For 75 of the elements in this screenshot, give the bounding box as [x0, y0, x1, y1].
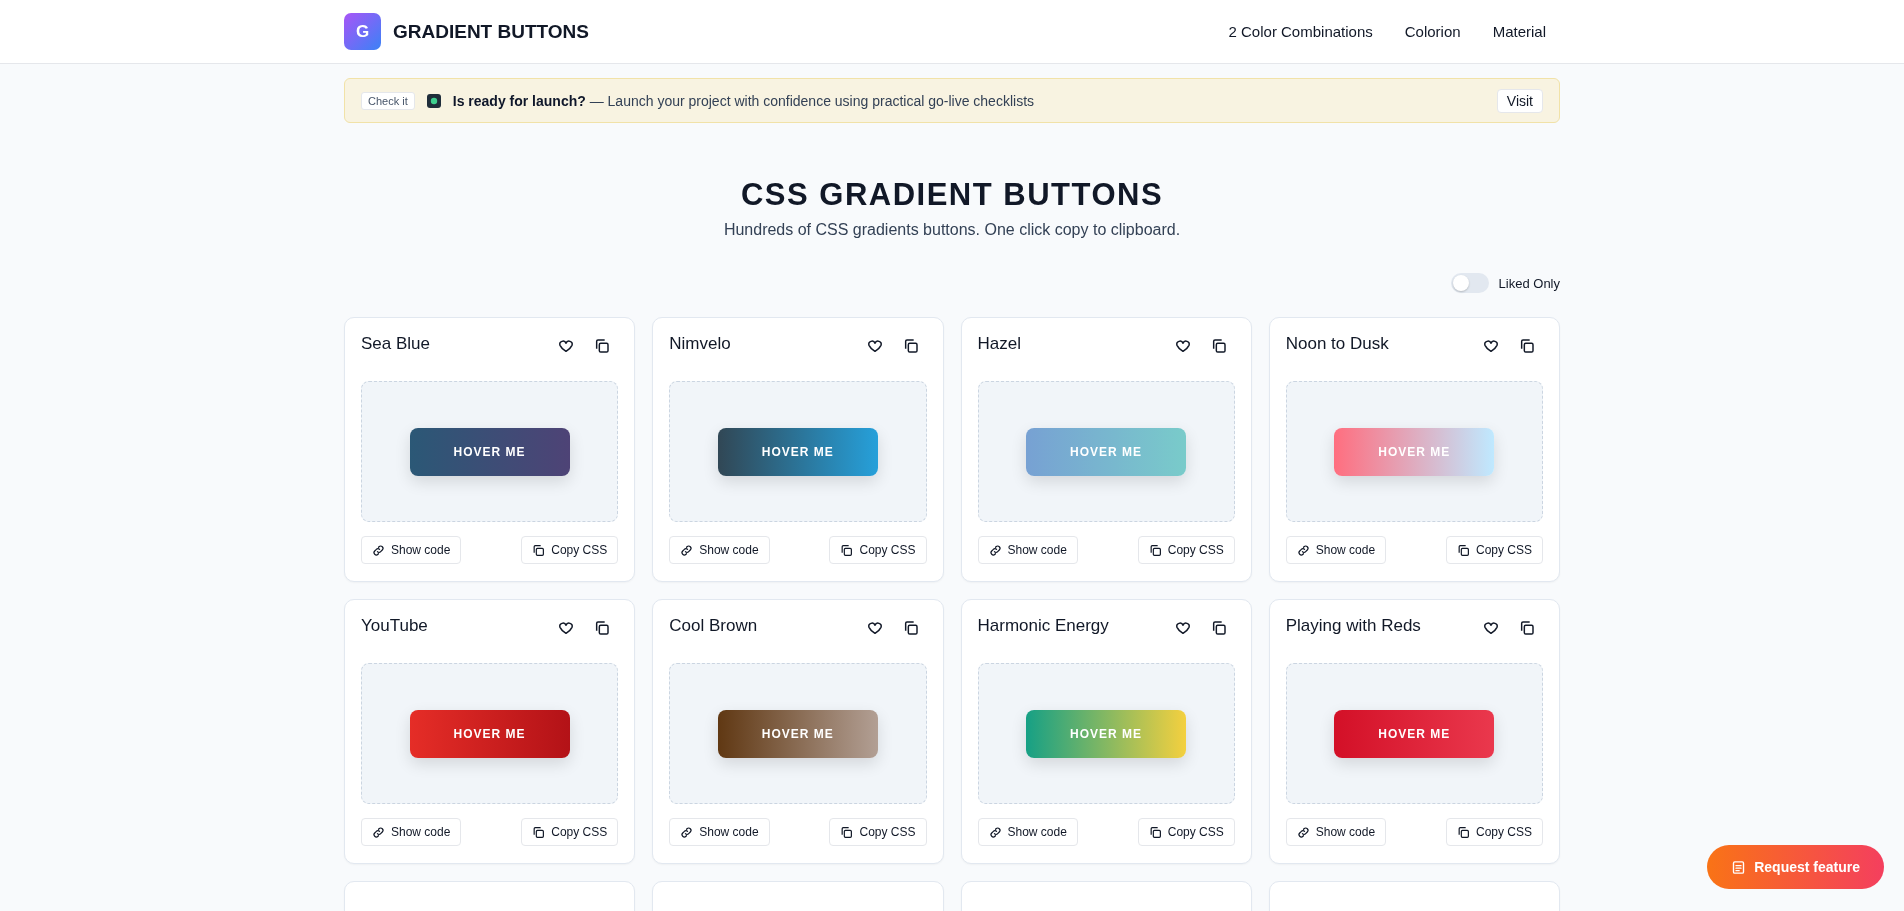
copy-icon	[1148, 543, 1162, 557]
copy-css-button[interactable]: Copy CSS	[521, 536, 619, 564]
show-code-button[interactable]: Show code	[361, 536, 462, 564]
copy-icon	[532, 825, 546, 839]
copy-icon	[1148, 825, 1162, 839]
card-title: Sea Blue	[361, 334, 430, 354]
show-code-button[interactable]: Show code	[361, 818, 462, 846]
page-title: CSS GRADIENT BUTTONS	[739, 177, 1165, 213]
card-title: Playing with Reds	[1285, 616, 1421, 636]
copy-icon[interactable]	[1210, 620, 1227, 636]
heart-icon[interactable]	[866, 338, 883, 354]
show-code-button[interactable]: Show code	[669, 818, 770, 846]
card-title: Hazel	[977, 334, 1021, 354]
copy-icon[interactable]	[1519, 620, 1535, 636]
banner-text: Is ready for launch? — Launch your project with confidence using practical go-live checklists	[452, 92, 1035, 109]
gradient-button[interactable]: HOVER ME	[717, 709, 878, 758]
link-icon	[1296, 543, 1310, 557]
card-title: Cool Brown	[669, 616, 758, 636]
show-code-button[interactable]: Show code	[1285, 818, 1387, 846]
link-icon	[372, 825, 385, 839]
copy-css-button[interactable]: Copy CSS	[1445, 536, 1543, 564]
nav-link[interactable]: 2 Color Combinations	[1228, 23, 1373, 40]
card-title: YouTube	[361, 616, 428, 636]
heart-icon[interactable]	[1483, 620, 1499, 636]
gradient-button[interactable]: HOVER ME	[409, 709, 570, 758]
heart-icon[interactable]	[558, 338, 575, 354]
gradient-button[interactable]: HOVER ME	[717, 427, 878, 476]
logo[interactable]: G	[344, 13, 381, 50]
copy-css-button[interactable]: Copy CSS	[1445, 818, 1543, 846]
copy-icon	[1456, 825, 1470, 839]
copy-icon	[840, 825, 854, 839]
heart-icon[interactable]	[1174, 620, 1191, 636]
heart-icon[interactable]	[1174, 338, 1191, 354]
link-icon	[680, 825, 694, 839]
link-icon	[988, 825, 1002, 839]
nav-link[interactable]: Colorion	[1404, 23, 1461, 40]
card-title: Noon to Dusk	[1285, 334, 1389, 354]
copy-icon[interactable]	[594, 338, 611, 354]
copy-icon	[840, 543, 854, 557]
link-icon	[988, 543, 1002, 557]
site-title[interactable]: GRADIENT BUTTONS	[393, 20, 589, 43]
show-code-button[interactable]: Show code	[669, 536, 770, 564]
copy-icon[interactable]	[1210, 338, 1227, 354]
copy-css-button[interactable]: Copy CSS	[829, 818, 927, 846]
heart-icon[interactable]	[558, 620, 575, 636]
copy-icon[interactable]	[1519, 338, 1535, 354]
app-icon	[426, 93, 441, 108]
show-code-button[interactable]: Show code	[977, 536, 1078, 564]
gradient-button[interactable]: HOVER ME	[1334, 709, 1495, 758]
link-icon	[680, 543, 694, 557]
show-code-button[interactable]: Show code	[1285, 536, 1387, 564]
page-subtitle: Hundreds of CSS gradients buttons. One click copy to clipboard.	[722, 221, 1182, 239]
copy-css-button[interactable]: Copy CSS	[1137, 536, 1235, 564]
link-icon	[1296, 825, 1310, 839]
copy-icon[interactable]	[594, 620, 611, 636]
gradient-button[interactable]: HOVER ME	[409, 427, 570, 476]
copy-icon	[532, 543, 546, 557]
tag-label: Check it	[361, 91, 415, 110]
copy-icon[interactable]	[902, 338, 919, 354]
heart-icon[interactable]	[866, 620, 883, 636]
heart-icon[interactable]	[1483, 338, 1499, 354]
copy-icon	[1456, 543, 1470, 557]
visit-button[interactable]: Visit	[1496, 88, 1543, 113]
copy-css-button[interactable]: Copy CSS	[1137, 818, 1235, 846]
note-icon	[1731, 859, 1747, 875]
link-icon	[372, 543, 385, 557]
copy-css-button[interactable]: Copy CSS	[521, 818, 619, 846]
toggle-switch[interactable]	[1450, 273, 1489, 293]
nav-link[interactable]: Material	[1492, 23, 1546, 40]
toggle-label: Liked Only	[1498, 275, 1560, 291]
card-title: Nimvelo	[669, 334, 731, 354]
show-code-button[interactable]: Show code	[977, 818, 1078, 846]
copy-css-button[interactable]: Copy CSS	[829, 536, 927, 564]
card-title: Harmonic Energy	[977, 616, 1109, 636]
copy-icon[interactable]	[902, 620, 919, 636]
